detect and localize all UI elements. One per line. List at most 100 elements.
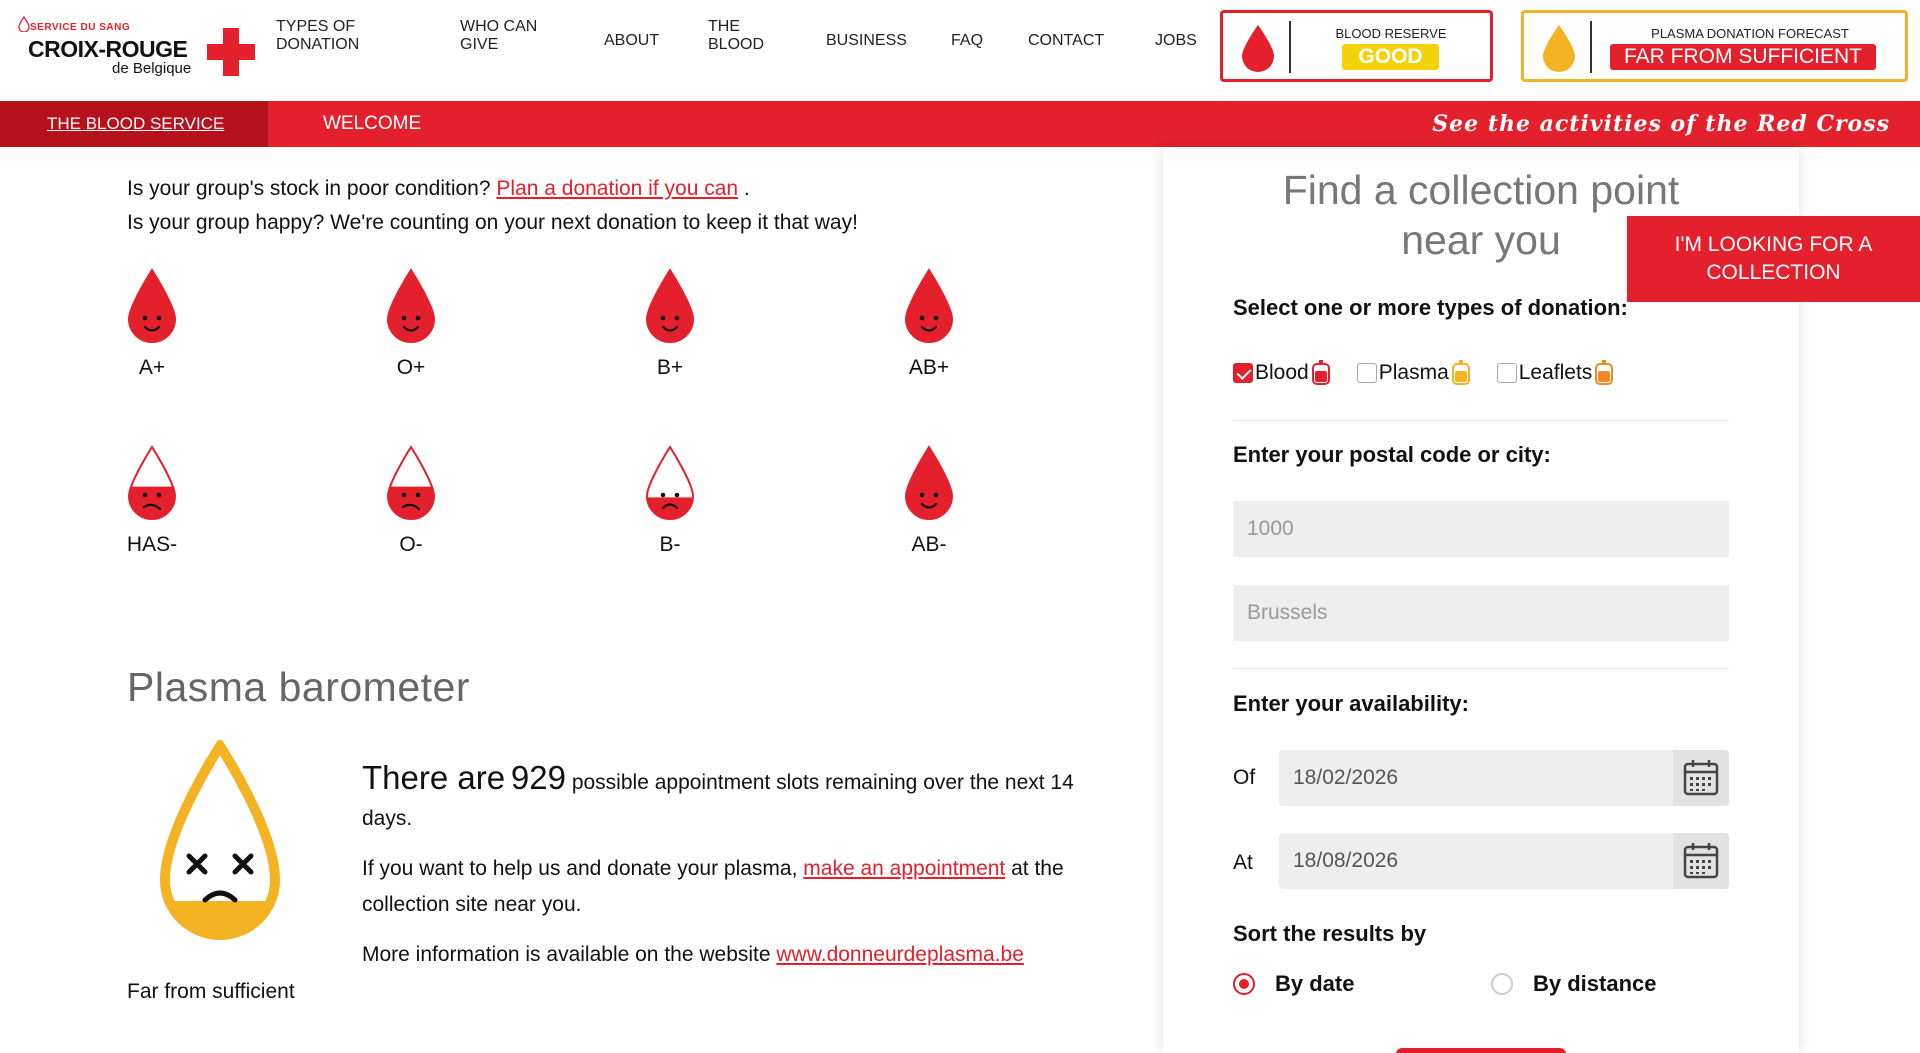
date-to-field[interactable]: 18/08/2026: [1279, 833, 1729, 889]
radio-label: By date: [1275, 971, 1355, 996]
nav-contact[interactable]: CONTACT: [1028, 32, 1104, 50]
nav-label: BUSINESS: [826, 32, 907, 49]
plasma-forecast-badge[interactable]: PLASMA DONATION FORECAST FAR FROM SUFFIC…: [1521, 10, 1908, 82]
postal-code-input[interactable]: [1233, 501, 1729, 557]
blood-group-ab-neg: AB-: [869, 445, 989, 557]
nav-label: THE: [708, 18, 740, 35]
date-from-row: Of 18/02/2026: [1233, 750, 1729, 806]
tab-the-blood-service[interactable]: THE BLOOD SERVICE: [0, 101, 268, 147]
date-from-value: 18/02/2026: [1293, 766, 1399, 789]
logo-name: CROIX-ROUGE: [28, 36, 188, 62]
sort-by-distance-radio[interactable]: By distance: [1491, 971, 1657, 997]
help-prefix: If you want to help us and donate your p…: [362, 857, 798, 880]
blood-group-a-negpos: A+: [92, 268, 212, 380]
blood-group-label: B+: [656, 356, 684, 379]
red-cross-activities-link[interactable]: See the activities of the Red Cross: [1432, 101, 1890, 147]
blood-group-label: B-: [659, 533, 681, 556]
sub-navigation-bar: THE BLOOD SERVICE WELCOME See the activi…: [0, 101, 1920, 147]
logo-service-text: SERVICE DU SANG: [30, 22, 131, 33]
tab-welcome[interactable]: WELCOME: [323, 101, 421, 147]
nav-label: WHO CAN: [460, 18, 538, 35]
nav-label: FAQ: [951, 32, 984, 49]
blood-group-b-negpos: B+: [610, 268, 730, 380]
make-appointment-link[interactable]: make an appointment: [803, 857, 1005, 880]
logo-sub: de Belgique: [112, 60, 192, 77]
more-info-paragraph: More information is available on the web…: [362, 937, 1122, 973]
sort-by-date-radio[interactable]: By date: [1233, 971, 1354, 997]
date-to-value: 18/08/2026: [1293, 849, 1399, 872]
nav-label: GIVE: [460, 36, 499, 53]
checkbox-box[interactable]: [1496, 363, 1517, 383]
blood-group-label: O-: [399, 533, 423, 556]
plasma-level-drop-icon: [159, 740, 281, 940]
nav-who-can-give[interactable]: WHO CAN GIVE: [460, 18, 537, 54]
help-paragraph: If you want to help us and donate your p…: [362, 851, 1122, 923]
intro-text-segment: Is your group's stock in poor condition?: [127, 177, 491, 200]
nav-label: TYPES OF: [276, 18, 356, 35]
intro-text-segment: .: [743, 177, 750, 200]
plan-donation-link[interactable]: Plan a donation if you can: [496, 177, 738, 200]
blood-group-has-neg: HAS-: [92, 445, 212, 557]
date-from-calendar-button[interactable]: [1673, 750, 1729, 806]
blood-level-drop-icon: [645, 268, 695, 343]
sort-label: Sort the results by: [1233, 921, 1427, 946]
nav-label: BLOOD: [708, 36, 765, 53]
plasma-barometer-title: Plasma barometer: [127, 664, 470, 710]
nav-about[interactable]: ABOUT: [604, 32, 659, 50]
availability-label: Enter your availability:: [1233, 691, 1469, 716]
plasma-barometer-text: There are 929 possible appointment slots…: [362, 760, 1122, 987]
divider: [1233, 668, 1729, 669]
croix-rouge-logo[interactable]: SERVICE DU SANG CROIX-ROUGE de Belgique: [16, 16, 256, 80]
looking-for-collection-button[interactable]: I'M LOOKING FOR A COLLECTION: [1627, 216, 1920, 302]
blood-group-o-neg: O-: [351, 445, 471, 557]
logo-drop-icon: [18, 16, 30, 32]
slots-paragraph: There are 929 possible appointment slots…: [362, 760, 1122, 837]
date-to-label: At: [1233, 851, 1253, 874]
nav-the-blood[interactable]: THE BLOOD: [708, 18, 764, 54]
blood-level-drop-icon: [127, 268, 177, 343]
nav-faq[interactable]: FAQ: [951, 32, 983, 50]
plasma-drop-icon: [1543, 25, 1575, 72]
donation-types-label: Select one or more types of donation:: [1233, 295, 1628, 320]
radio-label: By distance: [1533, 971, 1657, 996]
red-cross-icon: [207, 28, 255, 76]
blood-group-ab-negpos: AB+: [869, 268, 989, 380]
checkbox-box[interactable]: [1233, 363, 1253, 383]
nav-jobs[interactable]: JOBS: [1155, 32, 1197, 50]
blood-drop-icon: [1242, 25, 1274, 72]
blood-reserve-badge[interactable]: BLOOD RESERVE GOOD: [1220, 10, 1493, 82]
donation-type-plasma-checkbox[interactable]: Plasma: [1356, 359, 1471, 387]
nav-business[interactable]: BUSINESS: [826, 32, 907, 50]
blood-level-drop-icon: [386, 445, 436, 520]
plasma-website-link[interactable]: www.donneurdeplasma.be: [776, 943, 1024, 966]
blood-group-label: AB-: [911, 533, 947, 556]
divider: [1233, 420, 1729, 421]
blood-group-label: AB+: [908, 356, 950, 379]
radio-indicator: [1491, 973, 1513, 995]
calendar-icon: [1683, 843, 1719, 879]
date-to-calendar-button[interactable]: [1673, 833, 1729, 889]
checkbox-label: Blood: [1255, 361, 1309, 384]
blood-reserve-status: GOOD: [1342, 44, 1439, 70]
blood-level-drop-icon: [645, 445, 695, 520]
blood-level-drop-icon: [904, 268, 954, 343]
donation-type-leaflets-checkbox[interactable]: Leaflets: [1496, 359, 1615, 387]
blood-group-b-neg: B-: [610, 445, 730, 557]
donation-type-checkboxes: Blood Plasma Leaflets: [1233, 359, 1640, 387]
checkbox-label: Leaflets: [1518, 361, 1593, 384]
checkbox-box[interactable]: [1356, 363, 1377, 383]
city-input[interactable]: [1233, 585, 1729, 641]
blood-group-label: O+: [396, 356, 426, 379]
donation-bag-icon: [1595, 360, 1614, 385]
plasma-level-caption: Far from sufficient: [127, 980, 295, 1003]
plasma-forecast-status: FAR FROM SUFFICIENT: [1610, 44, 1876, 70]
nav-label: JOBS: [1155, 32, 1197, 49]
search-submit-button[interactable]: [1396, 1048, 1566, 1053]
date-from-field[interactable]: 18/02/2026: [1279, 750, 1729, 806]
blood-group-label: A+: [138, 356, 166, 379]
nav-label: ABOUT: [604, 32, 660, 49]
donation-type-blood-checkbox[interactable]: Blood: [1233, 359, 1331, 387]
nav-types-of-donation[interactable]: TYPES OF DONATION: [276, 18, 359, 54]
plasma-forecast-title: PLASMA DONATION FORECAST: [1651, 26, 1849, 41]
location-label: Enter your postal code or city:: [1233, 442, 1551, 467]
